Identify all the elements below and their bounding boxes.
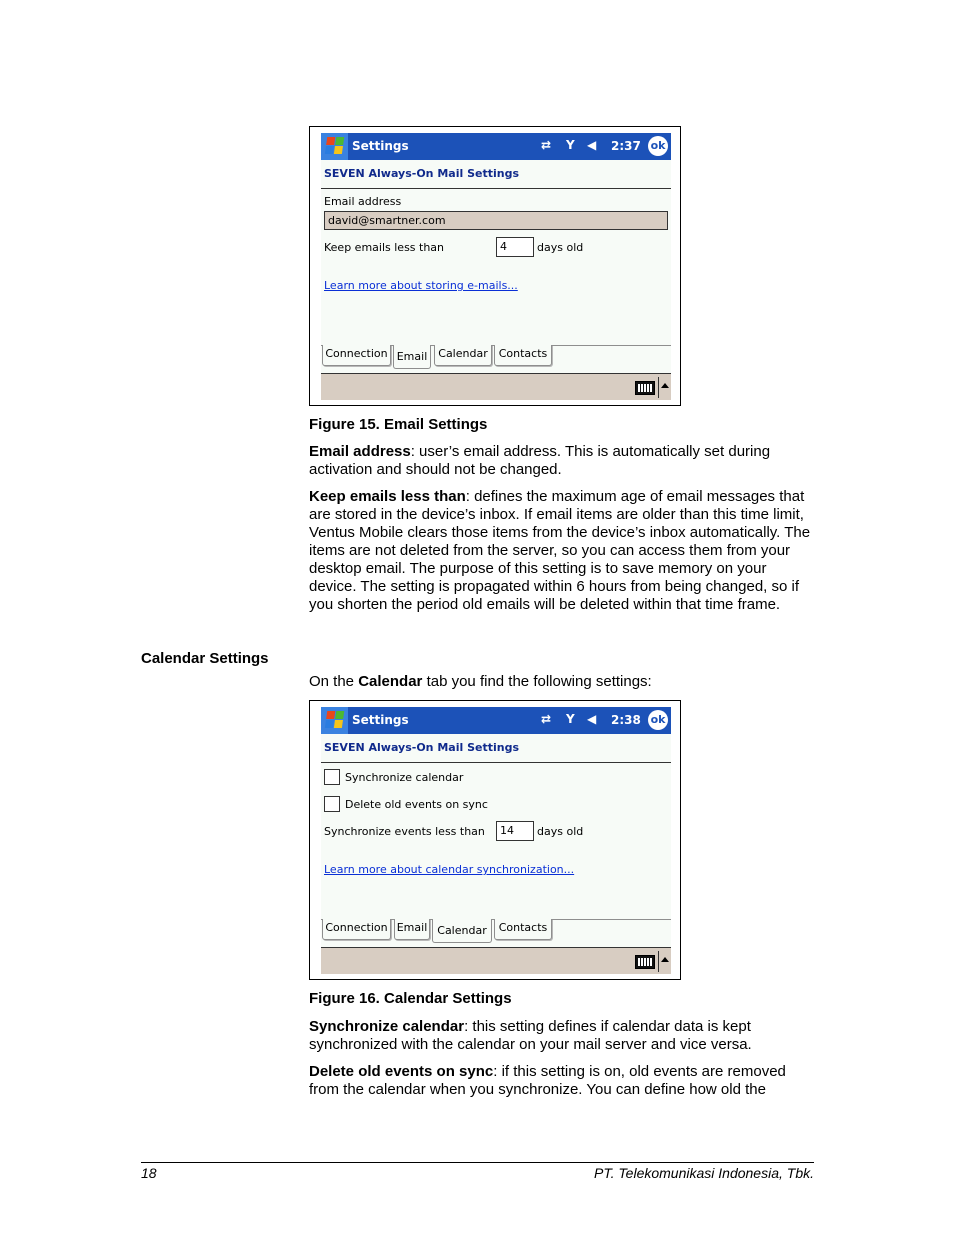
clock[interactable]: 2:37 — [611, 139, 641, 153]
sync-calendar-checkbox[interactable] — [324, 769, 340, 785]
tab-connection[interactable]: Connection — [322, 919, 391, 940]
keep-emails-days-field[interactable]: 4 — [496, 237, 534, 257]
window-title: Settings — [352, 713, 409, 727]
footer-company: PT. Telekomunikasi Indonesia, Tbk. — [594, 1165, 814, 1181]
figure-15-caption: Figure 15. Email Settings — [309, 416, 488, 433]
intro-text: On the — [309, 673, 359, 690]
learn-more-calendar-link[interactable]: Learn more about calendar synchronizatio… — [324, 863, 574, 876]
tab-contacts[interactable]: Contacts — [494, 345, 552, 366]
input-panel-arrow-icon[interactable] — [661, 957, 669, 962]
separator — [658, 377, 659, 398]
ok-button[interactable]: ok — [648, 136, 668, 156]
menu-bar — [321, 373, 671, 400]
keyboard-icon[interactable] — [635, 381, 655, 395]
figure-16-caption: Figure 16. Calendar Settings — [309, 990, 512, 1007]
delete-old-events-paragraph: Delete old events on sync: if this setti… — [309, 1063, 814, 1099]
email-address-paragraph: Email address: user’s email address. Thi… — [309, 443, 814, 479]
keep-emails-label: Keep emails less than — [324, 241, 445, 254]
tab-contacts[interactable]: Contacts — [494, 919, 552, 940]
figure-15-screenshot: Settings ⇄ Y ◀ 2:37 ok SEVEN Always-On M… — [309, 126, 681, 406]
ok-button[interactable]: ok — [648, 710, 668, 730]
days-old-label: days old — [537, 825, 584, 838]
title-bar: Settings ⇄ Y ◀ 2:38 ok — [321, 707, 671, 734]
signal-icon[interactable]: Y — [566, 712, 575, 728]
signal-icon[interactable]: Y — [566, 138, 575, 154]
volume-icon[interactable]: ◀ — [587, 712, 596, 728]
volume-icon[interactable]: ◀ — [587, 138, 596, 154]
divider — [321, 188, 671, 189]
email-address-label: Email address — [324, 195, 402, 208]
email-address-field[interactable]: david@smartner.com — [324, 211, 668, 230]
term: Delete old events on sync — [309, 1063, 494, 1080]
window-title: Settings — [352, 139, 409, 153]
divider — [321, 762, 671, 763]
delete-old-events-label: Delete old events on sync — [345, 798, 488, 811]
description: : defines the maximum age of email messa… — [309, 488, 811, 613]
tab-calendar[interactable]: Calendar — [434, 345, 492, 366]
windows-logo-icon — [324, 711, 346, 729]
connectivity-icon[interactable]: ⇄ — [541, 712, 551, 728]
tab-email[interactable]: Email — [394, 919, 430, 940]
connectivity-icon[interactable]: ⇄ — [541, 138, 551, 154]
windows-logo-icon — [324, 137, 346, 155]
footer-rule — [141, 1162, 814, 1163]
sync-events-days-field[interactable]: 14 — [496, 821, 534, 841]
device-screen: Settings ⇄ Y ◀ 2:38 ok SEVEN Always-On M… — [321, 707, 671, 974]
sync-calendar-paragraph: Synchronize calendar: this setting defin… — [309, 1018, 814, 1054]
calendar-intro-paragraph: On the Calendar tab you find the followi… — [309, 673, 814, 691]
device-screen: Settings ⇄ Y ◀ 2:37 ok SEVEN Always-On M… — [321, 133, 671, 400]
settings-subtitle: SEVEN Always-On Mail Settings — [324, 741, 519, 754]
keyboard-icon[interactable] — [635, 955, 655, 969]
settings-subtitle: SEVEN Always-On Mail Settings — [324, 167, 519, 180]
keep-emails-paragraph: Keep emails less than: defines the maxim… — [309, 488, 814, 614]
menu-bar — [321, 947, 671, 974]
tab-email[interactable]: Email — [393, 345, 431, 369]
sync-calendar-label: Synchronize calendar — [345, 771, 464, 784]
page-number: 18 — [141, 1165, 157, 1181]
start-button[interactable] — [321, 133, 348, 160]
start-button[interactable] — [321, 707, 348, 734]
separator — [658, 951, 659, 972]
input-panel-arrow-icon[interactable] — [661, 383, 669, 388]
clock[interactable]: 2:38 — [611, 713, 641, 727]
term: Synchronize calendar — [309, 1018, 465, 1035]
tab-bar: Connection Email Calendar Contacts — [321, 345, 671, 373]
term: Email address — [309, 443, 411, 460]
figure-16-screenshot: Settings ⇄ Y ◀ 2:38 ok SEVEN Always-On M… — [309, 700, 681, 980]
title-bar: Settings ⇄ Y ◀ 2:37 ok — [321, 133, 671, 160]
days-old-label: days old — [537, 241, 584, 254]
intro-text-post: tab you find the following settings: — [422, 673, 652, 690]
term: Keep emails less than — [309, 488, 466, 505]
learn-more-storing-link[interactable]: Learn more about storing e-mails... — [324, 279, 518, 292]
delete-old-events-checkbox[interactable] — [324, 796, 340, 812]
tab-connection[interactable]: Connection — [322, 345, 391, 366]
tab-bar: Connection Email Calendar Contacts — [321, 919, 671, 947]
tab-calendar[interactable]: Calendar — [432, 919, 492, 943]
calendar-settings-heading: Calendar Settings — [141, 650, 269, 667]
sync-events-less-than-label: Synchronize events less than — [324, 825, 485, 838]
intro-bold: Calendar — [358, 673, 423, 690]
